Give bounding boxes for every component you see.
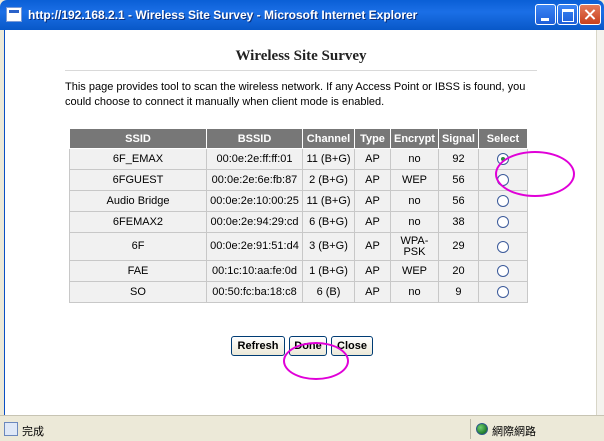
encrypt-cell: WEP [390,260,439,282]
ie-page-icon [6,7,22,22]
select-radio[interactable] [496,216,509,229]
encrypt-cell: no [390,211,439,233]
col-channel: Channel [302,128,355,149]
table-header-row: SSID BSSID Channel Type Encrypt Signal S… [69,128,528,149]
ssid-cell: 6FGUEST [69,169,207,191]
vertical-scrollbar[interactable] [596,30,604,415]
table-row: 6FEMAX2 00:0e:2e:94:29:cd 6 (B+G) AP no … [69,211,528,233]
select-cell [477,169,528,191]
page-title: Wireless Site Survey [235,48,367,64]
channel-cell: 2 (B+G) [302,169,355,191]
ssid-cell: 6F_EMAX [69,148,207,170]
type-cell: AP [354,190,391,212]
select-radio[interactable] [496,286,509,299]
col-type: Type [354,128,391,149]
channel-cell: 1 (B+G) [302,260,355,282]
refresh-button[interactable]: Refresh [231,336,285,356]
table-row: Audio Bridge 00:0e:2e:10:00:25 11 (B+G) … [69,190,528,212]
type-cell: AP [354,260,391,282]
page-content: Wireless Site Survey This page provides … [4,30,596,415]
table-row: 6F_EMAX 00:0e:2e:ff:ff:01 11 (B+G) AP no… [69,148,528,170]
col-ssid: SSID [69,128,207,149]
ssid-cell: SO [69,281,207,303]
close-window-button[interactable] [579,4,601,25]
page-description: This page provides tool to scan the wire… [65,81,526,108]
table-row: SO 00:50:fc:ba:18:c8 6 (B) AP no 9 [69,281,528,303]
signal-cell: 92 [437,148,479,170]
channel-cell: 11 (B+G) [302,190,355,212]
encrypt-cell: no [390,281,439,303]
bssid-cell: 00:0e:2e:94:29:cd [206,211,303,233]
ssid-cell: FAE [69,260,207,282]
signal-cell: 38 [437,211,479,233]
table-row: 6FGUEST 00:0e:2e:6e:fb:87 2 (B+G) AP WEP… [69,169,528,191]
signal-cell: 9 [437,281,479,303]
select-cell [477,260,528,282]
bssid-cell: 00:0e:2e:6e:fb:87 [206,169,303,191]
status-separator [470,419,471,439]
done-button[interactable]: Done [289,336,327,356]
site-survey-table: SSID BSSID Channel Type Encrypt Signal S… [69,128,528,303]
select-radio[interactable] [496,174,509,187]
ssid-cell: Audio Bridge [69,190,207,212]
bssid-cell: 00:0e:2e:ff:ff:01 [206,148,303,170]
type-cell: AP [354,148,391,170]
type-cell: AP [354,281,391,303]
select-cell [477,148,528,170]
signal-cell: 29 [437,232,479,261]
title-bar[interactable]: http://192.168.2.1 - Wireless Site Surve… [0,0,604,30]
bssid-cell: 00:1c:10:aa:fe:0d [206,260,303,282]
select-radio[interactable] [496,195,509,208]
bssid-cell: 00:0e:2e:91:51:d4 [206,232,303,261]
col-select: Select [477,128,528,149]
encrypt-cell: WPA-PSK [390,232,439,261]
select-cell [477,190,528,212]
signal-cell: 56 [437,190,479,212]
type-cell: AP [354,232,391,261]
bssid-cell: 00:50:fc:ba:18:c8 [206,281,303,303]
col-encrypt: Encrypt [390,128,439,149]
close-button[interactable]: Close [331,336,373,356]
encrypt-cell: WEP [390,169,439,191]
bssid-cell: 00:0e:2e:10:00:25 [206,190,303,212]
select-radio[interactable] [496,265,509,278]
select-cell [477,281,528,303]
ssid-cell: 6F [69,232,207,261]
select-cell [477,211,528,233]
security-zone-text: 網際網路 [492,426,536,438]
page-done-icon [4,422,18,436]
signal-cell: 20 [437,260,479,282]
col-signal: Signal [437,128,479,149]
minimize-button[interactable] [535,4,556,25]
select-radio[interactable] [496,240,509,253]
divider [65,70,537,71]
internet-zone-icon [476,423,488,435]
select-radio[interactable] [496,153,509,166]
channel-cell: 11 (B+G) [302,148,355,170]
ie-window: http://192.168.2.1 - Wireless Site Surve… [0,0,604,441]
status-bar: 完成 網際網路 [0,415,604,441]
channel-cell: 6 (B+G) [302,211,355,233]
encrypt-cell: no [390,148,439,170]
channel-cell: 6 (B) [302,281,355,303]
status-text: 完成 [22,426,44,438]
channel-cell: 3 (B+G) [302,232,355,261]
type-cell: AP [354,211,391,233]
maximize-button[interactable] [557,4,578,25]
signal-cell: 56 [437,169,479,191]
select-cell [477,232,528,261]
table-row: 6F 00:0e:2e:91:51:d4 3 (B+G) AP WPA-PSK … [69,232,528,261]
type-cell: AP [354,169,391,191]
window-title: http://192.168.2.1 - Wireless Site Surve… [28,8,418,22]
encrypt-cell: no [390,190,439,212]
ssid-cell: 6FEMAX2 [69,211,207,233]
col-bssid: BSSID [206,128,303,149]
table-row: FAE 00:1c:10:aa:fe:0d 1 (B+G) AP WEP 20 [69,260,528,282]
